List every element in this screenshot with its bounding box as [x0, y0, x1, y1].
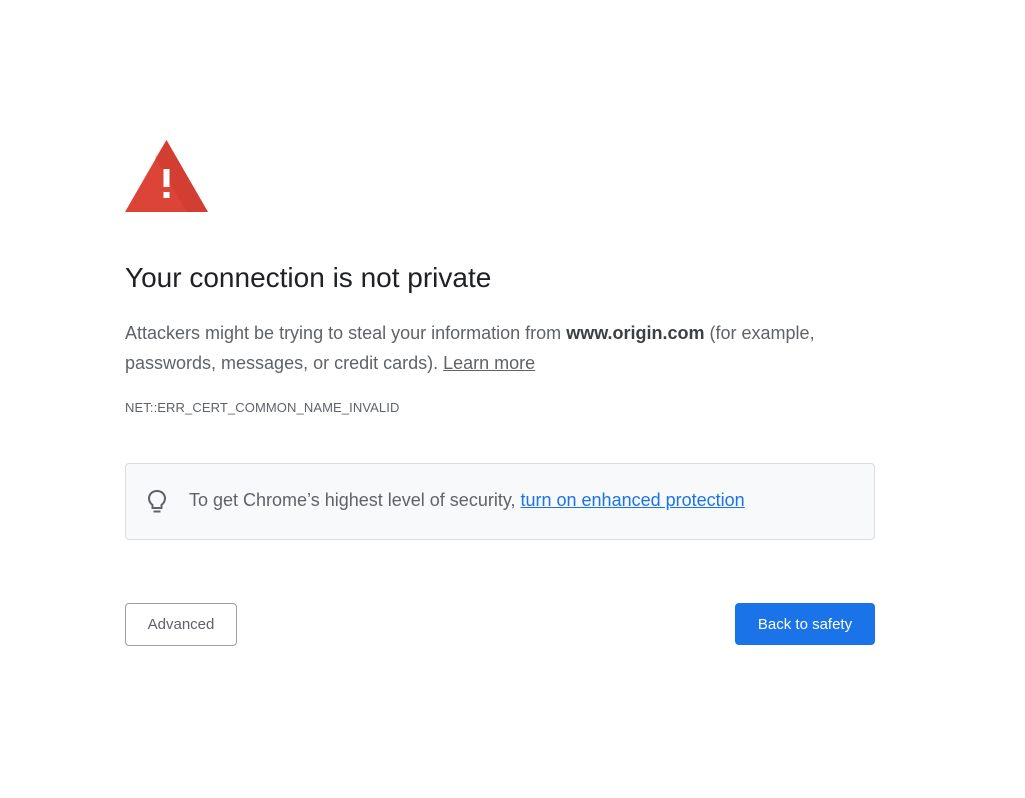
description-prefix: Attackers might be trying to steal your …	[125, 323, 567, 343]
learn-more-link[interactable]: Learn more	[443, 353, 535, 373]
enhanced-protection-tip: To get Chrome’s highest level of securit…	[125, 463, 875, 540]
advanced-button[interactable]: Advanced	[125, 603, 237, 646]
enhanced-protection-link[interactable]: turn on enhanced protection	[521, 490, 745, 510]
back-to-safety-button[interactable]: Back to safety	[735, 603, 875, 645]
error-code: NET::ERR_CERT_COMMON_NAME_INVALID	[125, 400, 400, 415]
tip-label: To get Chrome’s highest level of securit…	[189, 490, 521, 510]
domain-name: www.origin.com	[566, 323, 705, 343]
lightbulb-icon	[147, 489, 167, 513]
description: Attackers might be trying to steal your …	[125, 318, 875, 378]
tip-text: To get Chrome’s highest level of securit…	[189, 490, 745, 511]
page-title: Your connection is not private	[125, 262, 492, 293]
warning-triangle-icon	[125, 140, 208, 212]
